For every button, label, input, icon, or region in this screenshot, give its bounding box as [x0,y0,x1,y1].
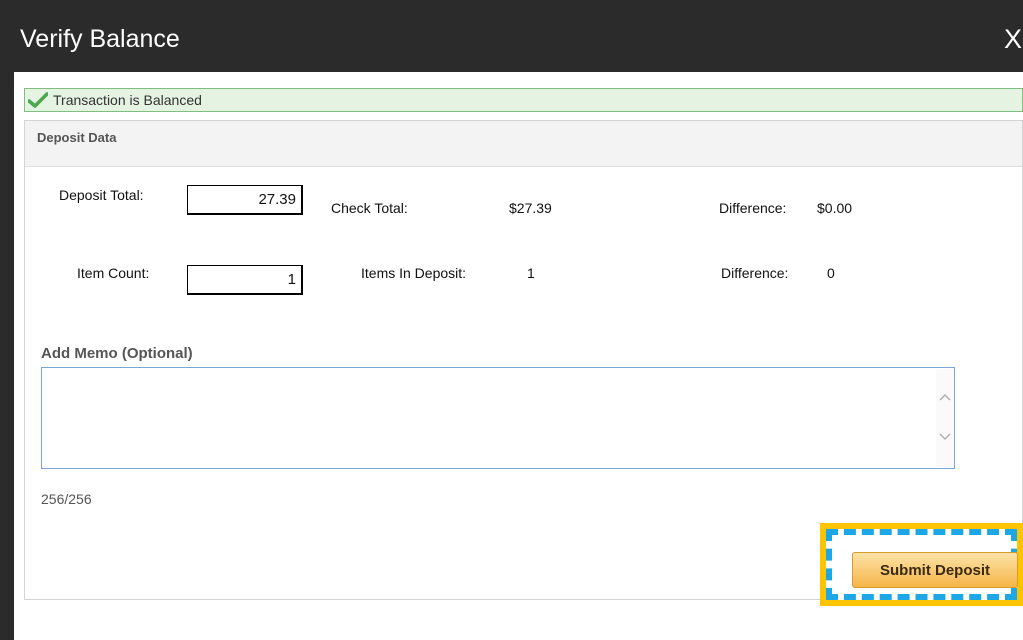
balance-status-text: Transaction is Balanced [53,92,202,108]
deposit-data-header: Deposit Data [25,121,1022,167]
memo-scrollbar[interactable] [936,369,954,467]
item-count-input[interactable] [187,265,303,295]
submit-highlight-frame: Submit Deposit [820,523,1023,606]
panel-title: Deposit Data [37,130,117,145]
verify-balance-dialog: Verify Balance X Transaction is Balanced… [8,8,1023,640]
memo-textarea[interactable] [41,367,955,469]
checkmark-icon [28,92,48,108]
dialog-titlebar: Verify Balance X [8,8,1023,72]
amount-difference-value: $0.00 [817,200,853,216]
dialog-body: Transaction is Balanced Deposit Data Dep… [14,72,1023,640]
count-difference-value: 0 [827,265,835,281]
amount-difference-label: Difference: [719,200,787,216]
check-total-label: Check Total: [331,200,408,216]
memo-char-counter: 256/256 [41,491,92,507]
dialog-title: Verify Balance [20,25,180,53]
check-total-value: $27.39 [509,200,552,216]
memo-label: Add Memo (Optional) [41,345,193,362]
items-in-deposit-label: Items In Deposit: [361,265,467,281]
deposit-total-input[interactable] [187,185,303,215]
submit-deposit-button[interactable]: Submit Deposit [852,552,1018,588]
scroll-down-icon[interactable] [938,429,952,443]
scroll-up-icon[interactable] [938,391,952,405]
items-in-deposit-value: 1 [527,265,535,281]
item-count-label: Item Count: [77,265,150,281]
submit-highlight-inner: Submit Deposit [826,529,1018,600]
balance-status-banner: Transaction is Balanced [24,88,1023,112]
deposit-total-label: Deposit Total: [59,187,144,203]
close-button[interactable]: X [1004,24,1022,55]
count-difference-label: Difference: [721,265,789,281]
